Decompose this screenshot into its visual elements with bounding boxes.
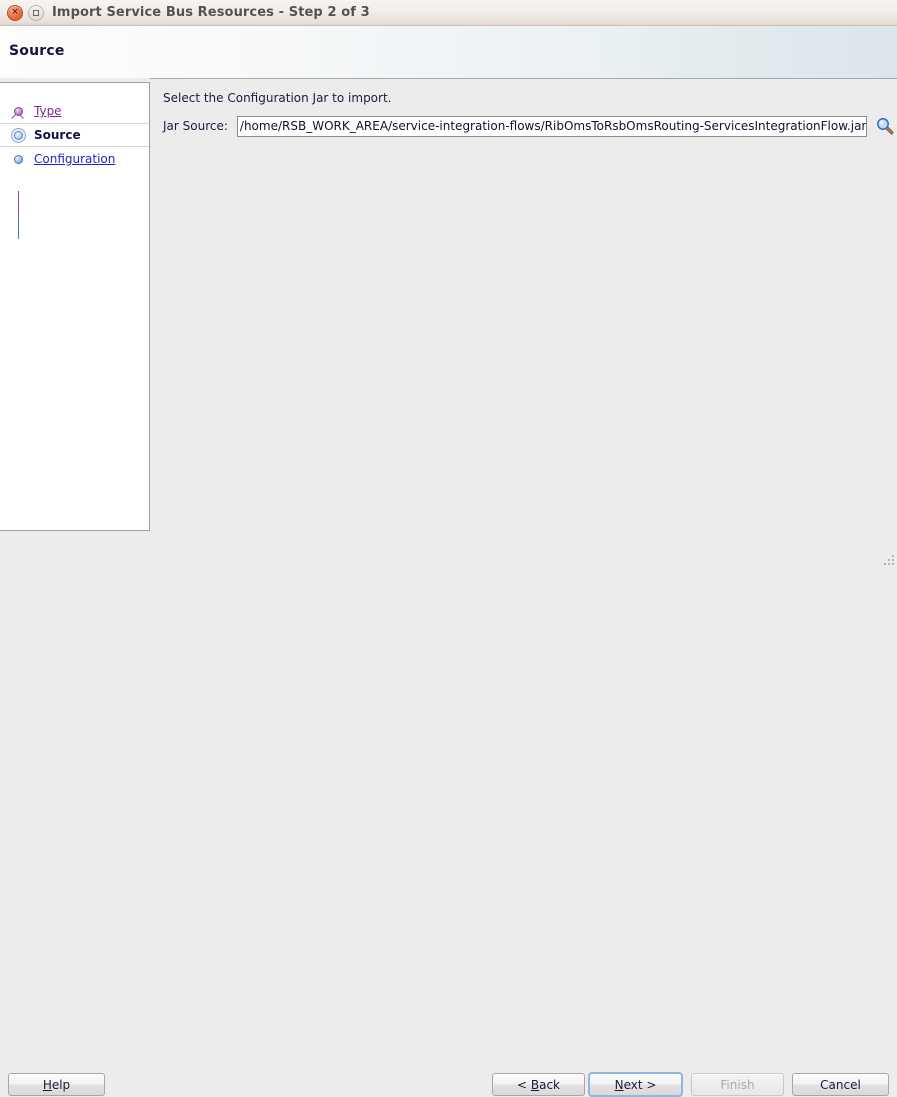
window-title: Import Service Bus Resources - Step 2 of… [52,5,370,20]
jar-source-input[interactable]: /home/RSB_WORK_AREA/service-integration-… [236,115,867,137]
main-content-panel: Select the Configuration Jar to import. … [150,78,897,531]
next-button[interactable]: Next > [588,1072,683,1097]
close-icon[interactable]: ✕ [7,5,23,21]
wizard-step-list: Type Source Configuration [0,99,149,171]
sidebar-item-label: Source [34,128,81,142]
sidebar-item-label: Configuration [34,152,116,166]
magnifier-browse-icon[interactable] [874,115,896,137]
sidebar-item-label: Type [34,104,62,118]
resize-grip[interactable] [882,553,896,567]
footer-bar: Help < Back Next > Finish Cancel [0,531,897,1097]
window-controls: ✕ [7,5,44,21]
sidebar-item-source[interactable]: Source [0,123,149,147]
text-caret [866,118,867,132]
tree-bead [14,154,23,164]
help-button-label: elp [51,1077,71,1092]
tree-node-blue-icon [11,152,26,167]
jar-source-label: Jar Source: [163,119,228,133]
instruction-text: Select the Configuration Jar to import. [163,91,392,105]
sidebar-item-configuration[interactable]: Configuration [0,147,149,171]
finish-button-label: Finish [720,1077,755,1092]
help-button[interactable]: Help [8,1073,105,1096]
tree-bead [14,106,23,116]
tree-node-current-icon [11,127,26,143]
jar-source-row: Jar Source: /home/RSB_WORK_AREA/service-… [163,115,896,137]
tree-connector-line [18,191,19,215]
finish-button[interactable]: Finish [691,1073,784,1096]
tree-connector-line [18,215,19,239]
tree-node-purple-icon [11,104,26,119]
maximize-glyph [33,10,39,16]
cancel-button-label: Cancel [820,1077,861,1092]
maximize-icon[interactable] [28,5,44,21]
back-button[interactable]: < Back [492,1073,585,1096]
cancel-button[interactable]: Cancel [792,1073,889,1096]
jar-source-value: /home/RSB_WORK_AREA/service-integration-… [239,118,867,133]
sidebar-item-type[interactable]: Type [0,99,149,123]
dialog-window: ✕ Import Service Bus Resources - Step 2 … [0,0,897,1097]
page-banner: Source [0,26,897,78]
page-title: Source [9,43,65,59]
title-bar: ✕ Import Service Bus Resources - Step 2 … [0,0,897,26]
close-glyph: ✕ [11,7,19,17]
tree-bead [14,130,23,140]
wizard-step-sidebar: Type Source Configuration [0,82,150,531]
